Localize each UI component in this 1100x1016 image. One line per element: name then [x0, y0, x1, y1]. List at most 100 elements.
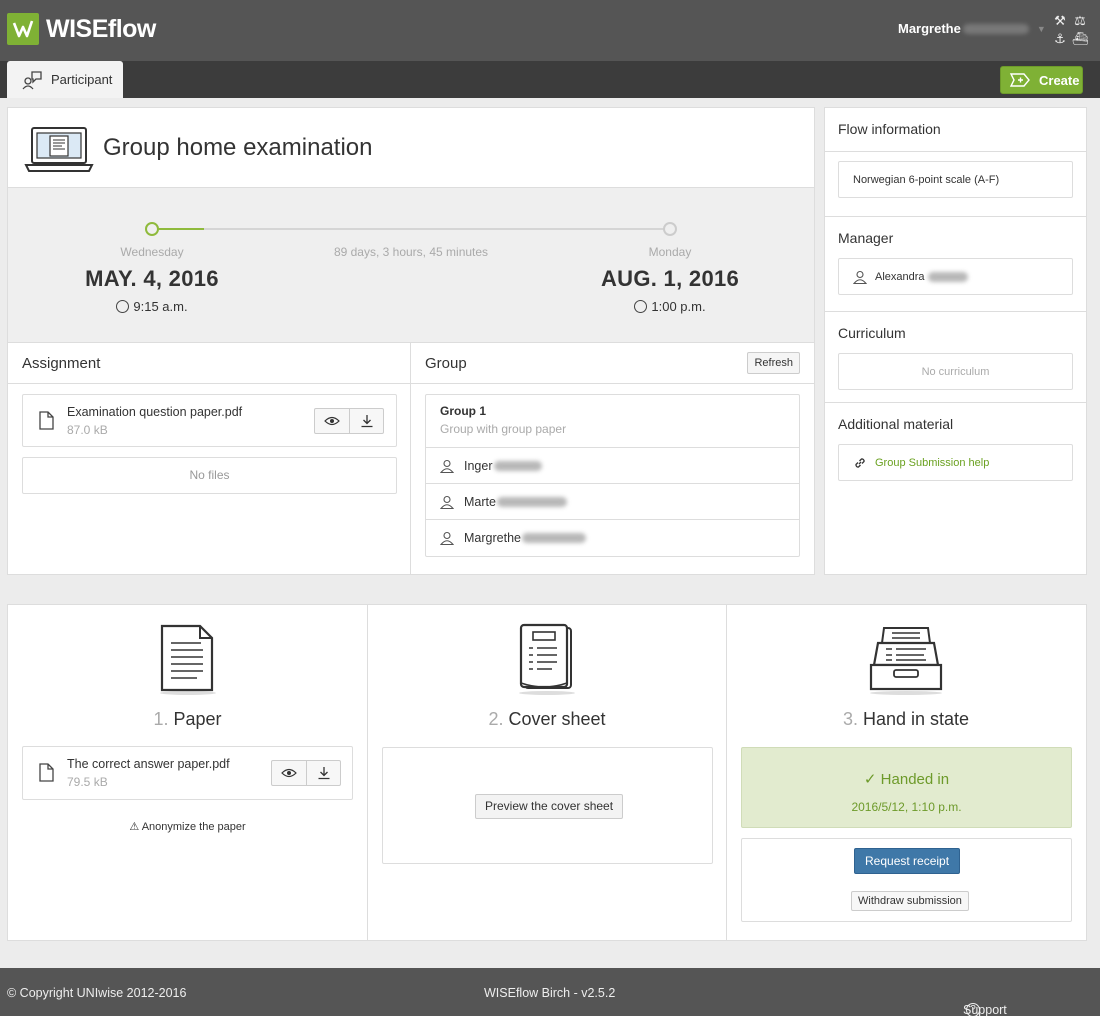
step-label: Paper: [173, 709, 222, 729]
step-label: Cover sheet: [508, 709, 606, 729]
step-cover-title: 2. Cover sheet: [368, 709, 726, 730]
chevron-down-icon: ▼: [1036, 23, 1046, 34]
laptop-icon: [24, 127, 94, 172]
submission-steps: 1. Paper The correct answer paper.pdf 79…: [7, 604, 1087, 941]
group-heading-row: Group Refresh: [411, 343, 814, 384]
file-name: Examination question paper.pdf: [67, 405, 243, 419]
redacted-surname: [493, 460, 542, 471]
download-icon: [361, 415, 372, 428]
clock-icon: [634, 300, 648, 313]
assignment-section: Assignment Examination question paper.pd…: [8, 343, 411, 574]
step-number: 2.: [488, 709, 504, 729]
cover-sheet-box: Preview the cover sheet: [382, 747, 713, 864]
handed-in-row: ✓ Handed in: [742, 770, 1071, 788]
hammer-icon[interactable]: ⚒: [1050, 13, 1070, 28]
group-subtitle: Group with group paper: [440, 422, 567, 436]
user-icon: [440, 495, 454, 509]
file-size: 79.5 kB: [67, 775, 108, 789]
step-number: 3.: [842, 709, 858, 729]
preview-eye-button[interactable]: [315, 409, 349, 433]
top-header: WISEflow Margrethe ▼ ⚒ ⚖ ⚓ ⛴: [0, 0, 1100, 61]
flow-information-panel: Flow information Norwegian 6-point scale…: [824, 107, 1087, 575]
group-section: Group Refresh Group 1 Group with group p…: [411, 343, 814, 574]
exam-title: Group home examination: [103, 134, 373, 161]
scales-icon[interactable]: ⚖: [1070, 13, 1090, 28]
preview-cover-sheet-button[interactable]: Preview the cover sheet: [475, 794, 624, 819]
file-size: 87.0 kB: [67, 423, 108, 437]
link-icon: [855, 457, 865, 468]
user-menu[interactable]: Margrethe ▼: [898, 21, 1046, 36]
curriculum-field: No curriculum: [838, 353, 1073, 390]
member-name: Marte: [464, 494, 496, 509]
paper-file: The correct answer paper.pdf 79.5 kB: [22, 746, 353, 800]
step-label: Hand in state: [862, 709, 970, 729]
logo[interactable]: WISEflow: [7, 13, 156, 45]
ship-icon[interactable]: ⛴: [1070, 31, 1090, 46]
step-paper: 1. Paper The correct answer paper.pdf 79…: [8, 605, 367, 940]
step-handin-title: 3. Hand in state: [727, 709, 1085, 730]
download-button[interactable]: [349, 409, 383, 433]
refresh-button[interactable]: Refresh: [747, 352, 800, 374]
flow-info-header: Flow information: [825, 108, 1086, 152]
clock-icon: [116, 300, 130, 313]
redacted-surname: [496, 496, 567, 507]
participant-icon: [22, 70, 42, 89]
timeline-start-dot: [145, 222, 159, 236]
download-button[interactable]: [306, 761, 340, 785]
tab-bar: Participant Create: [0, 61, 1100, 98]
file-icon: [39, 763, 54, 782]
start-day: Wednesday: [120, 245, 184, 259]
tab-participant-label: Participant: [51, 72, 113, 87]
eye-icon: [324, 416, 340, 426]
start-date: MAY. 4, 2016: [85, 266, 219, 291]
footer: © Copyright UNIwise 2012-2016 WISEflow B…: [0, 968, 1100, 1016]
create-button[interactable]: Create: [1000, 66, 1083, 94]
group-member: Marte: [426, 484, 799, 520]
step-hand-in: 3. Hand in state ✓ Handed in 2016/5/12, …: [726, 605, 1085, 940]
create-label: Create: [1039, 72, 1080, 88]
manager-section: Manager Alexandra: [825, 217, 1086, 312]
handed-in-status: ✓ Handed in 2016/5/12, 1:10 p.m.: [741, 747, 1072, 828]
group-submission-help-link[interactable]: Group Submission help: [875, 457, 989, 469]
group-member: Inger: [426, 448, 799, 484]
user-icon: [440, 531, 454, 545]
material-heading: Additional material: [838, 416, 954, 432]
member-name: Margrethe: [464, 531, 521, 545]
checkmark-icon: ✓: [863, 771, 877, 788]
wiseflow-logo-icon: [7, 13, 39, 45]
manager-name: Alexandra: [875, 270, 925, 283]
group-card-header: Group 1 Group with group paper: [426, 395, 799, 448]
anonymize-link[interactable]: ⚠ Anonymize the paper: [8, 820, 367, 833]
flow-info-heading: Flow information: [838, 121, 941, 137]
member-name: Inger: [464, 458, 493, 473]
warning-icon: ⚠: [129, 821, 140, 833]
paper-icon: [8, 623, 367, 697]
exam-end: Monday AUG. 1, 2016 1:00 p.m.: [570, 245, 770, 314]
file-icon: [39, 411, 54, 430]
withdraw-submission-button[interactable]: Withdraw submission: [851, 891, 969, 911]
exam-header: Group home examination: [8, 108, 814, 188]
tab-participant[interactable]: Participant: [7, 61, 123, 98]
timeline-track: [158, 228, 670, 230]
logo-text: WISEflow: [46, 14, 156, 43]
redacted-surname: [521, 533, 586, 543]
inbox-tray-icon: [727, 623, 1085, 697]
curriculum-heading: Curriculum: [838, 325, 906, 341]
grade-scale-field: Norwegian 6-point scale (A-F): [838, 161, 1073, 198]
exam-start: Wednesday MAY. 4, 2016 9:15 a.m.: [52, 245, 252, 314]
manager-field: Alexandra: [838, 258, 1073, 295]
preview-eye-button[interactable]: [272, 761, 306, 785]
file-actions: [314, 408, 384, 434]
copyright: © Copyright UNIwise 2012-2016: [7, 986, 187, 1000]
handed-in-label: Handed in: [880, 771, 950, 788]
timeline-end-dot: [663, 222, 677, 236]
start-time-row: 9:15 a.m.: [52, 299, 252, 314]
handed-in-date: 2016/5/12, 1:10 p.m.: [851, 800, 962, 814]
anchor-icon[interactable]: ⚓: [1050, 31, 1070, 46]
request-receipt-button[interactable]: Request receipt: [854, 848, 961, 874]
end-time: 1:00 p.m.: [651, 299, 706, 314]
exam-panel: Group home examination 89 days, 3 hours,…: [7, 107, 815, 575]
role-tools: ⚒ ⚖ ⚓ ⛴: [1050, 13, 1090, 46]
step-number: 1.: [153, 709, 169, 729]
group-heading: Group: [425, 355, 467, 372]
